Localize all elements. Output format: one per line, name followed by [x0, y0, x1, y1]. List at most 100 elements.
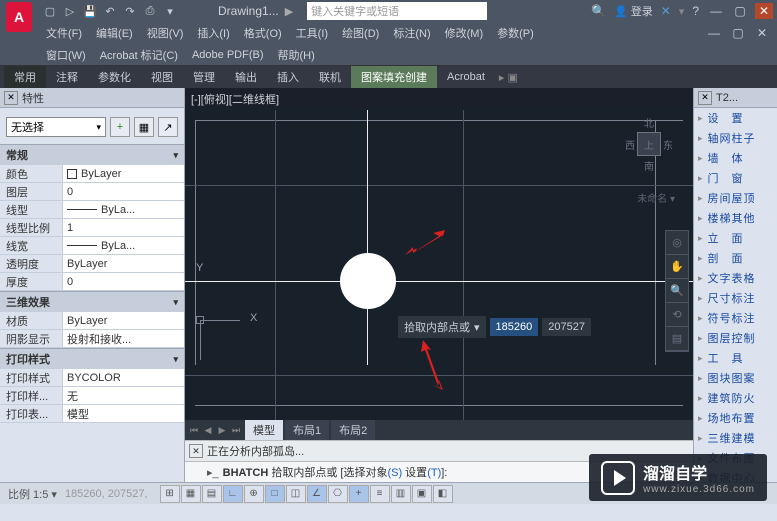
right-panel-item[interactable]: 门 窗 [694, 168, 777, 188]
menu-edit[interactable]: 编辑(E) [96, 25, 133, 41]
menu-format[interactable]: 格式(O) [244, 25, 282, 41]
right-panel-item[interactable]: 三维建模 [694, 428, 777, 448]
tab-nav-next-icon[interactable]: ▶ [215, 423, 229, 437]
menu-view[interactable]: 视图(V) [147, 25, 184, 41]
qat-open-icon[interactable]: ▷ [62, 3, 78, 19]
section-plot-style[interactable]: 打印样式 [0, 349, 184, 369]
tab-nav-first-icon[interactable]: ⏮ [187, 423, 201, 437]
coord-y-input[interactable]: 207527 [542, 318, 591, 336]
status-ducs-icon[interactable]: ⎔ [328, 485, 348, 503]
status-ortho-icon[interactable]: ∟ [223, 485, 243, 503]
right-panel-item[interactable]: 剖 面 [694, 248, 777, 268]
right-panel-item[interactable]: 工 具 [694, 348, 777, 368]
qat-undo-icon[interactable]: ↶ [102, 3, 118, 19]
ucs-icon[interactable]: X Y [200, 320, 240, 360]
exchange-icon[interactable]: ✕ [661, 4, 671, 18]
menu-insert[interactable]: 插入(I) [197, 25, 229, 41]
ribbon-tab-common[interactable]: 常用 [4, 66, 46, 88]
quick-select-icon[interactable]: + [110, 117, 130, 137]
ribbon-tab-parametric[interactable]: 参数化 [88, 66, 141, 88]
right-panel-item[interactable]: 轴网柱子 [694, 128, 777, 148]
ribbon-tab-online[interactable]: 联机 [309, 66, 351, 88]
right-panel-item[interactable]: 立 面 [694, 228, 777, 248]
nav-wheel-icon[interactable]: ◎ [666, 231, 688, 255]
cmdline-icon[interactable]: ▸_ [207, 466, 219, 479]
status-polar-icon[interactable]: ⊕ [244, 485, 264, 503]
prop-linetype-value[interactable]: ByLa... [62, 201, 184, 218]
viewport-label[interactable]: [-][俯视][二维线框] [185, 88, 693, 110]
menu-tools[interactable]: 工具(I) [296, 25, 328, 41]
right-panel-item[interactable]: 文字表格 [694, 268, 777, 288]
tab-nav-last-icon[interactable]: ⏭ [229, 423, 243, 437]
right-panel-item[interactable]: 楼梯其他 [694, 208, 777, 228]
right-panel-item[interactable]: 符号标注 [694, 308, 777, 328]
section-3d-effects[interactable]: 三维效果 [0, 292, 184, 312]
ribbon-tab-output[interactable]: 输出 [225, 66, 267, 88]
prop-plotstyle-value[interactable]: BYCOLOR [62, 369, 184, 386]
menu-adobe-pdf[interactable]: Adobe PDF(B) [192, 49, 264, 61]
status-tpy-icon[interactable]: ▥ [391, 485, 411, 503]
help-icon[interactable]: ? [692, 4, 699, 18]
status-otrack-icon[interactable]: ∠ [307, 485, 327, 503]
right-panel-item[interactable]: 墙 体 [694, 148, 777, 168]
cmdline-input[interactable]: BHATCH 拾取内部点或 [选择对象(S) 设置(T)]: [223, 464, 448, 480]
menu-acrobat-mark[interactable]: Acrobat 标记(C) [100, 47, 178, 63]
status-sc-icon[interactable]: ◧ [433, 485, 453, 503]
right-panel-item[interactable]: 建筑防火 [694, 388, 777, 408]
menu-dimension[interactable]: 标注(N) [393, 25, 430, 41]
pickadd-icon[interactable]: ↗ [158, 117, 178, 137]
right-panel-item[interactable]: 房间屋顶 [694, 188, 777, 208]
close-button[interactable]: ✕ [755, 3, 773, 19]
right-panel-close-button[interactable]: ✕ [698, 91, 712, 105]
prop-material-value[interactable]: ByLayer [62, 312, 184, 329]
status-dyn-icon[interactable]: + [349, 485, 369, 503]
cmdline-close-button[interactable]: ✕ [189, 444, 203, 458]
layout1-tab[interactable]: 布局1 [285, 420, 329, 440]
status-osnap-icon[interactable]: □ [265, 485, 285, 503]
binoculars-icon[interactable]: 🔍 [591, 4, 606, 18]
prop-thickness-value[interactable]: 0 [62, 273, 184, 290]
menu-draw[interactable]: 绘图(D) [342, 25, 379, 41]
doc-maximize-button[interactable]: ▢ [729, 25, 747, 41]
qat-new-icon[interactable]: ▢ [42, 3, 58, 19]
prop-plot-value[interactable]: 无 [62, 387, 184, 404]
qat-redo-icon[interactable]: ↷ [122, 3, 138, 19]
prop-transparency-value[interactable]: ByLayer [62, 255, 184, 272]
selection-dropdown[interactable]: 无选择▾ [6, 117, 106, 137]
status-qp-icon[interactable]: ▣ [412, 485, 432, 503]
section-general[interactable]: 常规 [0, 145, 184, 165]
ribbon-tab-hatch[interactable]: 图案填充创建 [351, 66, 437, 88]
layout2-tab[interactable]: 布局2 [331, 420, 375, 440]
right-panel-item[interactable]: 设 置 [694, 108, 777, 128]
login-button[interactable]: 👤登录 [614, 3, 653, 19]
status-snap-icon[interactable]: ▦ [181, 485, 201, 503]
menu-window[interactable]: 窗口(W) [46, 47, 86, 63]
qat-print-icon[interactable]: ⎙ [142, 3, 158, 19]
model-tab[interactable]: 模型 [245, 420, 283, 440]
tab-nav-prev-icon[interactable]: ◀ [201, 423, 215, 437]
ribbon-tab-view[interactable]: 视图 [141, 66, 183, 88]
menu-modify[interactable]: 修改(M) [445, 25, 484, 41]
right-panel-item[interactable]: 图层控制 [694, 328, 777, 348]
select-objects-icon[interactable]: ▦ [134, 117, 154, 137]
nav-zoom-icon[interactable]: 🔍 [666, 279, 688, 303]
menu-help[interactable]: 帮助(H) [278, 47, 315, 63]
prop-lineweight-value[interactable]: ByLa... [62, 237, 184, 254]
ribbon-tab-manage[interactable]: 管理 [183, 66, 225, 88]
app-logo-icon[interactable]: A [6, 2, 32, 32]
right-panel-item[interactable]: 场地布置 [694, 408, 777, 428]
minimize-button[interactable]: — [707, 3, 725, 19]
right-panel-item[interactable]: 尺寸标注 [694, 288, 777, 308]
qat-save-icon[interactable]: 💾 [82, 3, 98, 19]
nav-showmo-icon[interactable]: ▤ [666, 327, 688, 351]
doc-close-button[interactable]: ✕ [753, 25, 771, 41]
doc-minimize-button[interactable]: — [705, 25, 723, 41]
prop-table-value[interactable]: 模型 [62, 405, 184, 422]
status-scale[interactable]: 比例 1:5 ▾ [4, 486, 61, 502]
prop-color-value[interactable]: ByLayer [62, 165, 184, 182]
menu-file[interactable]: 文件(F) [46, 25, 82, 41]
view-unnamed-label[interactable]: 未命名 ▾ [637, 190, 675, 205]
ribbon-expand-icon[interactable]: ▸ ▣ [499, 71, 518, 84]
maximize-button[interactable]: ▢ [731, 3, 749, 19]
status-infer-icon[interactable]: ⊞ [160, 485, 180, 503]
